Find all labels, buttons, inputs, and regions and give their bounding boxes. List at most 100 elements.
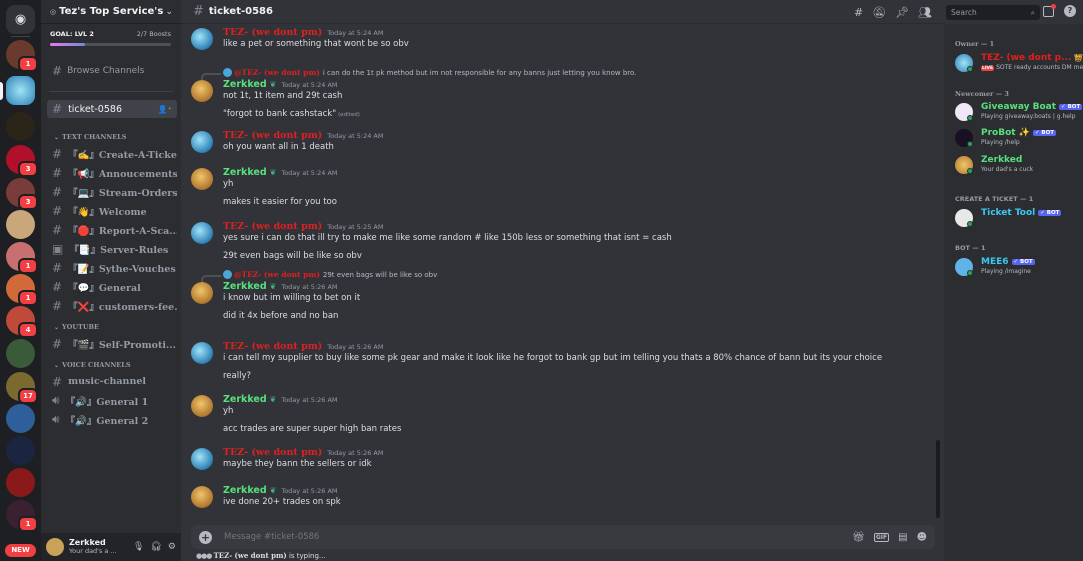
notification-mute-icon[interactable]: 🔕︎ bbox=[872, 6, 886, 19]
member-item[interactable]: Zerkked Your dad's a cuck bbox=[955, 155, 1083, 177]
message-input[interactable] bbox=[224, 532, 784, 542]
message-avatar[interactable] bbox=[191, 131, 213, 153]
author-name[interactable]: TEZ- (we dont pm) bbox=[223, 27, 322, 38]
channel-item[interactable]: ▣ 『📑』Server-Rules bbox=[47, 239, 177, 258]
channel-item[interactable]: # 『👋』Welcome bbox=[47, 201, 177, 220]
gift-icon[interactable]: 🎁︎ bbox=[852, 532, 865, 543]
member-name-row: TEZ- (we dont p... 👑︎ bbox=[981, 53, 1083, 63]
message-avatar[interactable] bbox=[191, 80, 213, 102]
server-icon-tez[interactable] bbox=[6, 76, 35, 105]
channel-item[interactable]: # 『🛑』Report-A-Sca... bbox=[47, 220, 177, 239]
rail-divider bbox=[11, 36, 30, 37]
member-item[interactable]: MEE6 ✓ BOT Playing /imagine bbox=[955, 257, 1083, 279]
threads-icon[interactable]: # bbox=[854, 6, 863, 19]
browse-channels[interactable]: # Browse Channels bbox=[47, 60, 175, 82]
author-name[interactable]: Zerkked bbox=[223, 485, 267, 496]
mute-mic-icon[interactable]: 🎙︎ bbox=[133, 542, 144, 552]
author-name[interactable]: Zerkked bbox=[223, 281, 267, 292]
server-icon[interactable]: 1 bbox=[6, 500, 38, 532]
message-line: i know but im willing to bet on it bbox=[223, 293, 361, 303]
channel-item[interactable]: # 『✍️』Create-A-Ticket bbox=[47, 144, 177, 163]
bot-badge: ✓ BOT bbox=[1011, 258, 1035, 265]
channel-item[interactable]: # 『❌』customers-fee... bbox=[47, 296, 177, 315]
message-avatar[interactable] bbox=[191, 342, 213, 364]
sticker-icon[interactable]: ▤ bbox=[898, 532, 907, 543]
newcomer-leaf-icon: ❦ bbox=[269, 486, 277, 495]
channel-type-icon: # bbox=[52, 374, 63, 389]
settings-gear-icon[interactable]: ⚙ bbox=[168, 542, 176, 552]
message-line: yh bbox=[223, 406, 234, 416]
server-icon[interactable] bbox=[6, 339, 35, 368]
member-item[interactable]: Ticket Tool ✓ BOT bbox=[955, 208, 1083, 230]
channel-item[interactable]: # 『🎬』Self-Promoti... bbox=[47, 334, 177, 353]
server-icon[interactable]: 3 bbox=[6, 145, 38, 177]
message-avatar[interactable] bbox=[191, 282, 213, 304]
member-list-icon[interactable]: 👥︎ bbox=[918, 6, 932, 19]
server-icon[interactable]: 17 bbox=[6, 372, 38, 404]
server-icon[interactable] bbox=[6, 436, 35, 465]
attach-plus-icon[interactable]: + bbox=[199, 530, 212, 544]
channel-item[interactable]: # music-channel bbox=[47, 372, 177, 391]
channel-item[interactable]: # 『💻』Stream-Orders bbox=[47, 182, 177, 201]
server-header[interactable]: ◎ Tez's Top Service's ⌄ bbox=[41, 0, 181, 24]
category-youtube[interactable]: ⌄ YOUTUBE bbox=[54, 320, 181, 334]
server-icon[interactable] bbox=[6, 112, 35, 141]
author-name[interactable]: Zerkked bbox=[223, 394, 267, 405]
reply-preview[interactable]: @TEZ- (we dont pm) i can do the 1t pk met… bbox=[223, 68, 636, 77]
new-unreads-pill[interactable]: NEW bbox=[5, 544, 36, 557]
member-item[interactable]: Giveaway Boat ✓ BOT Playing giveaway.boats… bbox=[955, 102, 1083, 124]
scrollbar[interactable] bbox=[936, 440, 940, 518]
help-icon[interactable]: ? bbox=[1064, 5, 1076, 17]
server-icon[interactable] bbox=[6, 468, 35, 497]
inbox-icon[interactable] bbox=[1043, 4, 1056, 17]
pin-icon[interactable]: 📌︎ bbox=[895, 6, 909, 19]
message-timestamp: Today at 5:24 AM bbox=[327, 132, 384, 140]
server-icon[interactable] bbox=[6, 404, 35, 433]
author-name[interactable]: TEZ- (we dont pm) bbox=[223, 341, 322, 352]
message-avatar[interactable] bbox=[191, 486, 213, 508]
message-line: 29t even bags will be like so obv bbox=[223, 251, 362, 261]
message-avatar[interactable] bbox=[191, 222, 213, 244]
message-avatar[interactable] bbox=[191, 395, 213, 417]
category-voice-channels[interactable]: ⌄ VOICE CHANNELS bbox=[54, 358, 181, 372]
channel-item[interactable]: # 『📝』Sythe-Vouches bbox=[47, 258, 177, 277]
channel-item[interactable]: # 『💬』General bbox=[47, 277, 177, 296]
headphones-icon[interactable]: 🎧︎ bbox=[150, 542, 161, 552]
member-item[interactable]: ProBot ✨ ✓ BOT Playing /help bbox=[955, 128, 1083, 150]
server-icon[interactable]: 1 bbox=[6, 40, 38, 72]
channel-item[interactable]: 🔊︎ 『🔊』General 2 bbox=[47, 410, 177, 429]
message-list: TEZ- (we dont pm) Today at 5:24 AM like a … bbox=[181, 24, 944, 522]
gif-icon[interactable]: GIF bbox=[873, 532, 890, 542]
discord-logo-icon: ◉ bbox=[14, 12, 27, 27]
message-text: really? bbox=[223, 371, 251, 381]
channel-item[interactable]: 🔊︎ 『🔊』General 1 bbox=[47, 391, 177, 410]
server-icon[interactable]: 3 bbox=[6, 178, 38, 210]
server-icon[interactable]: 4 bbox=[6, 306, 38, 338]
message-avatar[interactable] bbox=[191, 28, 213, 50]
channel-item[interactable]: # 『📢』Annoucements bbox=[47, 163, 177, 182]
author-name[interactable]: TEZ- (we dont pm) bbox=[223, 221, 322, 232]
boost-goal[interactable]: GOAL: LVL 2 2/7 Boosts bbox=[41, 24, 181, 52]
add-member-icon[interactable]: 👤⁺ bbox=[158, 105, 172, 114]
server-icon[interactable]: 1 bbox=[6, 242, 38, 274]
reply-preview[interactable]: @TEZ- (we dont pm) 29t even bags will be … bbox=[223, 270, 437, 279]
category-text-channels[interactable]: ⌄ TEXT CHANNELS bbox=[54, 130, 181, 144]
message-avatar[interactable] bbox=[191, 448, 213, 470]
server-icon[interactable]: 1 bbox=[6, 274, 38, 306]
user-avatar[interactable] bbox=[46, 538, 64, 556]
author-name[interactable]: TEZ- (we dont pm) bbox=[223, 447, 322, 458]
bot-badge: ✓ BOT bbox=[1038, 209, 1062, 216]
home-button[interactable]: ◉ bbox=[6, 5, 35, 34]
message-line: acc trades are super super high ban rate… bbox=[223, 424, 402, 434]
author-name[interactable]: TEZ- (we dont pm) bbox=[223, 130, 322, 141]
author-name[interactable]: Zerkked bbox=[223, 79, 267, 90]
server-icon[interactable] bbox=[6, 210, 35, 239]
member-item[interactable]: TEZ- (we dont p... 👑︎ LIVE SOTE ready acco… bbox=[955, 53, 1083, 75]
online-status-icon bbox=[967, 66, 973, 72]
emoji-icon[interactable]: ☻ bbox=[917, 532, 927, 543]
channel-ticket[interactable]: # ticket-0586 👤⁺ bbox=[47, 100, 177, 118]
search-bar[interactable]: Search ⌕ bbox=[946, 5, 1040, 20]
message-avatar[interactable] bbox=[191, 168, 213, 190]
category-label: TEXT CHANNELS bbox=[62, 133, 127, 141]
author-name[interactable]: Zerkked bbox=[223, 167, 267, 178]
